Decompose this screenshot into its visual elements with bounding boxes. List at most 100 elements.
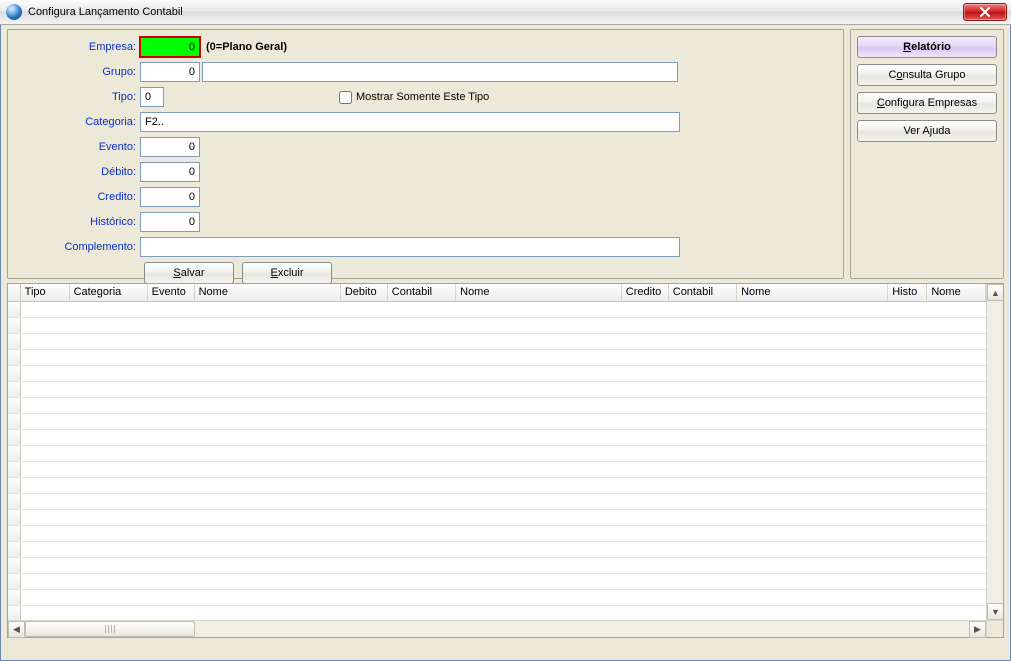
window-title: Configura Lançamento Contabil bbox=[28, 6, 183, 18]
row-stub bbox=[8, 478, 21, 493]
hscroll-track[interactable] bbox=[25, 621, 969, 637]
table-row[interactable] bbox=[8, 302, 986, 318]
ver-ajuda-button[interactable]: Ver Ajuda bbox=[857, 120, 997, 142]
row-stub bbox=[8, 382, 21, 397]
table-row[interactable] bbox=[8, 606, 986, 620]
grid-col-header[interactable]: Nome bbox=[195, 284, 341, 301]
top-area: Empresa: (0=Plano Geral) Grupo: Tipo: Mo… bbox=[1, 25, 1010, 279]
label-empresa: Empresa: bbox=[16, 41, 140, 53]
row-stub bbox=[8, 558, 21, 573]
scroll-right-icon[interactable]: ▶ bbox=[969, 621, 986, 638]
window-body: Empresa: (0=Plano Geral) Grupo: Tipo: Mo… bbox=[0, 25, 1011, 661]
table-row[interactable] bbox=[8, 350, 986, 366]
empresa-note: (0=Plano Geral) bbox=[206, 41, 287, 53]
data-grid: TipoCategoriaEventoNomeDebitoContabilNom… bbox=[7, 283, 1004, 638]
row-stub bbox=[8, 446, 21, 461]
row-stub bbox=[8, 414, 21, 429]
row-stub bbox=[8, 590, 21, 605]
label-grupo: Grupo: bbox=[16, 66, 140, 78]
table-row[interactable] bbox=[8, 478, 986, 494]
hscroll-thumb[interactable] bbox=[25, 621, 195, 637]
table-row[interactable] bbox=[8, 510, 986, 526]
table-row[interactable] bbox=[8, 430, 986, 446]
grid-col-header[interactable]: Histo bbox=[888, 284, 927, 301]
row-stub bbox=[8, 366, 21, 381]
scroll-corner bbox=[986, 621, 1003, 637]
label-complemento: Complemento: bbox=[16, 241, 140, 253]
row-stub bbox=[8, 574, 21, 589]
table-row[interactable] bbox=[8, 494, 986, 510]
historico-input[interactable] bbox=[140, 212, 200, 232]
table-row[interactable] bbox=[8, 542, 986, 558]
grid-rows bbox=[8, 302, 986, 620]
tipo-input[interactable] bbox=[140, 87, 164, 107]
row-stub bbox=[8, 398, 21, 413]
grid-col-header[interactable]: Contabil bbox=[669, 284, 737, 301]
scroll-up-icon[interactable]: ▲ bbox=[987, 284, 1003, 301]
credito-input[interactable] bbox=[140, 187, 200, 207]
row-stub bbox=[8, 462, 21, 477]
row-stub bbox=[8, 510, 21, 525]
form-panel: Empresa: (0=Plano Geral) Grupo: Tipo: Mo… bbox=[7, 29, 844, 279]
grid-col-header[interactable]: Contabil bbox=[388, 284, 456, 301]
row-stub bbox=[8, 334, 21, 349]
table-row[interactable] bbox=[8, 526, 986, 542]
label-tipo: Tipo: bbox=[16, 91, 140, 103]
row-stub bbox=[8, 318, 21, 333]
table-row[interactable] bbox=[8, 462, 986, 478]
table-row[interactable] bbox=[8, 574, 986, 590]
label-historico: Histórico: bbox=[16, 216, 140, 228]
evento-input[interactable] bbox=[140, 137, 200, 157]
consulta-grupo-button[interactable]: Consulta Grupo bbox=[857, 64, 997, 86]
row-stub bbox=[8, 526, 21, 541]
table-row[interactable] bbox=[8, 414, 986, 430]
grid-col-header[interactable]: Evento bbox=[148, 284, 195, 301]
mostrar-checkbox[interactable] bbox=[339, 91, 352, 104]
grid-col-header[interactable]: Credito bbox=[622, 284, 669, 301]
categoria-input[interactable] bbox=[140, 112, 680, 132]
table-row[interactable] bbox=[8, 366, 986, 382]
table-row[interactable] bbox=[8, 398, 986, 414]
configura-empresas-button[interactable]: Configura Empresas bbox=[857, 92, 997, 114]
close-button[interactable] bbox=[963, 3, 1007, 21]
grid-col-header[interactable]: Nome bbox=[456, 284, 622, 301]
grid-col-header[interactable]: Nome bbox=[927, 284, 986, 301]
row-stub bbox=[8, 542, 21, 557]
complemento-input[interactable] bbox=[140, 237, 680, 257]
close-icon bbox=[979, 7, 991, 17]
grid-col-header[interactable]: Nome bbox=[737, 284, 888, 301]
empresa-input[interactable] bbox=[140, 37, 200, 57]
vertical-scrollbar[interactable]: ▲ ▼ bbox=[986, 284, 1003, 620]
table-row[interactable] bbox=[8, 318, 986, 334]
label-credito: Credito: bbox=[16, 191, 140, 203]
table-row[interactable] bbox=[8, 590, 986, 606]
row-stub bbox=[8, 494, 21, 509]
grid-corner bbox=[8, 284, 21, 301]
scroll-left-icon[interactable]: ◀ bbox=[8, 621, 25, 638]
label-categoria: Categoria: bbox=[16, 116, 140, 128]
grid-col-header[interactable]: Categoria bbox=[70, 284, 148, 301]
grid-header: TipoCategoriaEventoNomeDebitoContabilNom… bbox=[8, 284, 986, 302]
excluir-button[interactable]: Excluir bbox=[242, 262, 332, 284]
debito-input[interactable] bbox=[140, 162, 200, 182]
scroll-down-icon[interactable]: ▼ bbox=[987, 603, 1003, 620]
grid-col-header[interactable]: Tipo bbox=[21, 284, 70, 301]
table-row[interactable] bbox=[8, 334, 986, 350]
side-panel: Relatório Consulta Grupo Configura Empre… bbox=[850, 29, 1004, 279]
table-row[interactable] bbox=[8, 446, 986, 462]
relatorio-button[interactable]: Relatório bbox=[857, 36, 997, 58]
grid-col-header[interactable]: Debito bbox=[341, 284, 388, 301]
horizontal-scrollbar[interactable]: ◀ ▶ bbox=[8, 620, 1003, 637]
label-evento: Evento: bbox=[16, 141, 140, 153]
table-row[interactable] bbox=[8, 558, 986, 574]
grupo-num-input[interactable] bbox=[140, 62, 200, 82]
row-stub bbox=[8, 350, 21, 365]
salvar-button[interactable]: Salvar bbox=[144, 262, 234, 284]
label-debito: Débito: bbox=[16, 166, 140, 178]
table-row[interactable] bbox=[8, 382, 986, 398]
app-icon bbox=[6, 4, 22, 20]
titlebar: Configura Lançamento Contabil bbox=[0, 0, 1011, 25]
vscroll-track[interactable] bbox=[987, 301, 1003, 603]
row-stub bbox=[8, 302, 21, 317]
grupo-desc-input[interactable] bbox=[202, 62, 678, 82]
